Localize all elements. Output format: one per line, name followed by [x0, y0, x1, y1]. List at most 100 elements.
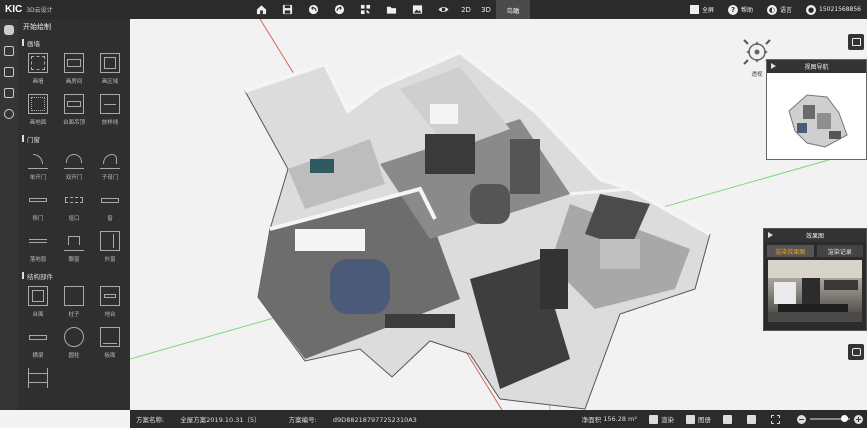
birdseye-button[interactable]: 鸟瞰 [496, 0, 530, 19]
user-account[interactable]: ● 15021568856 [806, 4, 861, 15]
zoom-slider[interactable] [810, 415, 850, 422]
layout-button[interactable] [352, 0, 378, 19]
stairs-icon [28, 368, 48, 388]
visibility-button[interactable] [430, 0, 456, 19]
tool-sliding-door[interactable]: 移门 [20, 186, 56, 227]
room-icon [64, 53, 84, 73]
eye-icon [437, 6, 449, 13]
fit-view-button[interactable] [771, 414, 783, 424]
tool-column[interactable]: 柱子 [56, 282, 92, 323]
app-name: 3D云设计 [26, 7, 53, 14]
tool-ceiling[interactable]: 台面吊顶 [56, 90, 92, 131]
undo-button[interactable] [300, 0, 326, 19]
drawing-button[interactable]: 图册 [686, 414, 711, 424]
zoom-out-button[interactable]: − [797, 414, 806, 424]
tool-board[interactable]: 板面 [92, 323, 128, 364]
doors-grid: 单开门 双开门 子母门 移门 垭口 窗 落地窗 飘窗 外窗 [18, 145, 130, 268]
tool-platform[interactable]: 地台 [92, 282, 128, 323]
fit-view-icon [771, 414, 780, 424]
user-icon: ● [806, 4, 816, 15]
floor-window-icon [28, 231, 48, 251]
board-icon [100, 327, 120, 347]
tool-countertop[interactable]: 台面 [20, 282, 56, 323]
tool-outer-window[interactable]: 外窗 [92, 227, 128, 268]
fullscreen-button[interactable]: 全屏 [689, 5, 714, 14]
image-button[interactable] [404, 0, 430, 19]
drawing-label: 图册 [698, 416, 711, 424]
save-button[interactable] [274, 0, 300, 19]
help-button[interactable]: ? 帮助 [727, 4, 753, 15]
tool-stairs[interactable] [20, 364, 56, 405]
download-button[interactable] [747, 414, 759, 424]
view-3d-button[interactable]: 3D [476, 0, 496, 19]
view-2d-button[interactable]: 2D [456, 0, 476, 19]
render-button[interactable]: 渲染 [649, 414, 674, 424]
zoom-in-button[interactable]: + [854, 414, 863, 424]
tab-render-history[interactable]: 渲染记录 [816, 245, 863, 257]
render-panel: 效果图 渲染效果图 渲染记录 [763, 228, 867, 331]
tool-draw-area[interactable]: 画区域 [92, 49, 128, 90]
help-icon: ? [727, 4, 738, 15]
screenshot-button[interactable] [723, 414, 735, 424]
collapse-triangle-icon[interactable] [768, 232, 773, 238]
tool-single-door[interactable]: 单开门 [20, 145, 56, 186]
tool-label: 横梁 [32, 353, 44, 359]
sliding-door-icon [28, 190, 48, 210]
tool-round-column[interactable]: 圆柱 [56, 323, 92, 364]
collapse-triangle-icon[interactable] [771, 63, 776, 69]
panel-toggle-button[interactable] [848, 34, 864, 50]
section-title-structure: 结构部件 [18, 269, 130, 282]
save-icon [282, 4, 292, 15]
redo-icon [334, 4, 344, 15]
tool-label: 地台 [104, 312, 116, 318]
tool-window[interactable]: 窗 [92, 186, 128, 227]
top-bar: KIC 3D云设计 2D 3D 鸟瞰 全屏 ? 帮助 ◐ 语言 ● 150215… [0, 0, 867, 19]
language-button[interactable]: ◐ 语言 [766, 4, 792, 15]
render-icon [649, 414, 658, 424]
tool-opening[interactable]: 垭口 [56, 186, 92, 227]
redo-button[interactable] [326, 0, 352, 19]
render-preview-image[interactable] [768, 260, 862, 322]
rail-draw-button[interactable] [0, 19, 18, 40]
navigator-titlebar: 视图导航 [767, 60, 866, 73]
tool-label: 板面 [104, 353, 116, 359]
tool-draw-wall[interactable]: 画墙 [20, 49, 56, 90]
left-rail [0, 19, 18, 410]
section-title-walls: 画墙 [18, 36, 130, 49]
fullscreen-icon [689, 5, 699, 14]
panel-header: 开始绘制 [23, 23, 51, 31]
rail-furniture-button[interactable] [0, 61, 18, 82]
structure-grid: 台面 柱子 地台 横梁 圆柱 板面 [18, 282, 130, 364]
tool-draw-room[interactable]: 画房间 [56, 49, 92, 90]
rail-material-button[interactable] [0, 82, 18, 103]
book-icon [4, 45, 14, 56]
rail-layout-button[interactable] [0, 40, 18, 61]
tool-double-door[interactable]: 双开门 [56, 145, 92, 186]
tool-label: 画区域 [101, 79, 119, 85]
person-icon [4, 108, 14, 119]
area-label: 净面积 [581, 416, 602, 424]
monitor-icon [723, 414, 732, 424]
beam-icon [28, 327, 48, 347]
tool-floor-window[interactable]: 落地窗 [20, 227, 56, 268]
folder-button[interactable] [378, 0, 404, 19]
rail-user-button[interactable] [0, 103, 18, 124]
view-navigator[interactable]: 视图导航 [766, 59, 867, 160]
tab-render-image[interactable]: 渲染效果图 [767, 245, 814, 257]
tool-bay-window[interactable]: 飘窗 [56, 227, 92, 268]
home-button[interactable] [248, 0, 274, 19]
main-toolbar: 2D 3D 鸟瞰 [248, 0, 530, 19]
tool-parent-door[interactable]: 子母门 [92, 145, 128, 186]
sofa-icon [4, 66, 14, 77]
tool-label: 垭口 [68, 216, 80, 222]
fullscreen-label: 全屏 [701, 7, 714, 14]
tool-label: 画房间 [65, 79, 83, 85]
tool-beam[interactable]: 横梁 [20, 323, 56, 364]
zoom-slider-handle[interactable] [840, 415, 848, 422]
tool-loft-line[interactable]: 放样线 [92, 90, 128, 131]
tool-draw-floor[interactable]: 画地面 [20, 90, 56, 131]
layout-icon [360, 4, 370, 15]
status-actions: 净面积 156.28 m² 渲染 图册 − + [570, 410, 863, 428]
camera-button[interactable] [848, 344, 864, 360]
navigator-title: 视图导航 [804, 64, 829, 71]
